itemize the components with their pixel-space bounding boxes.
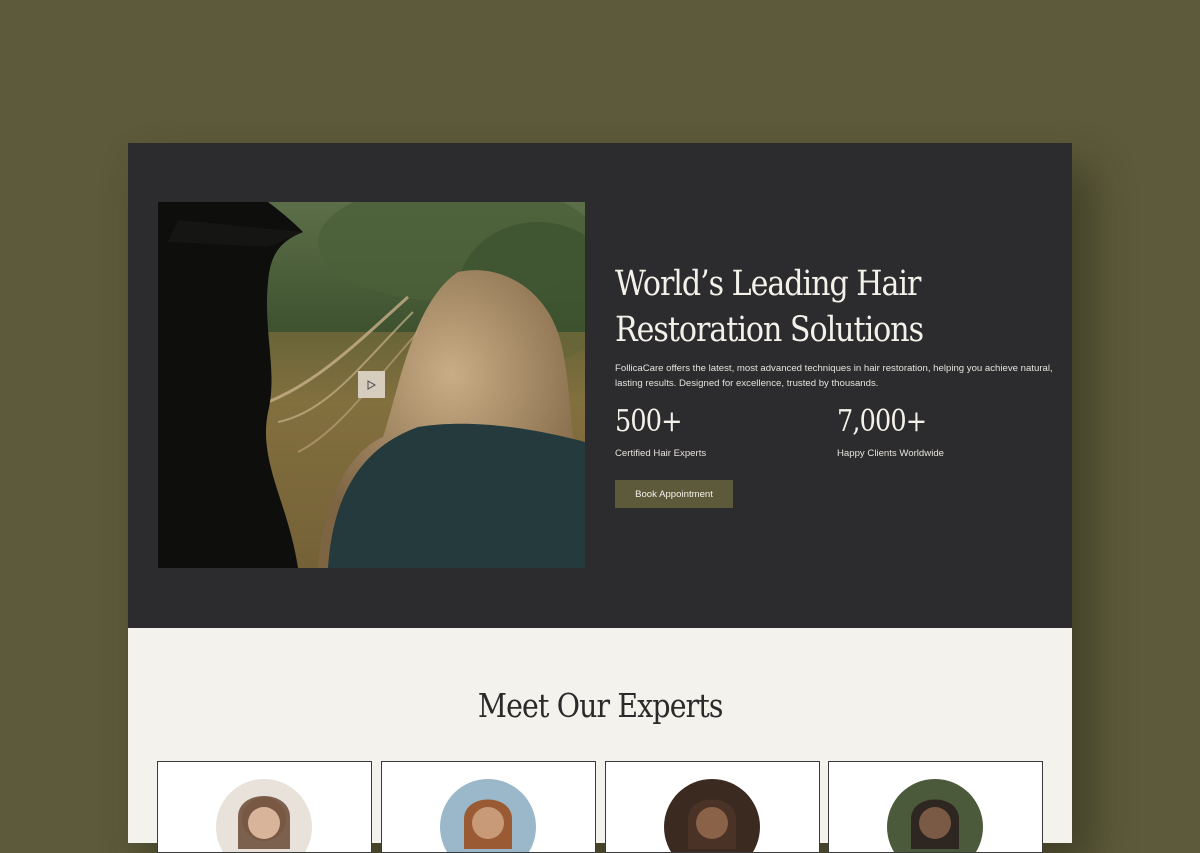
expert-avatar bbox=[440, 779, 536, 852]
hero-title: World’s Leading Hair Restoration Solutio… bbox=[615, 264, 924, 350]
stat-clients-value: 7,000+ bbox=[837, 404, 927, 439]
hero-video[interactable] bbox=[158, 202, 585, 568]
expert-card[interactable] bbox=[157, 761, 372, 853]
expert-card[interactable] bbox=[381, 761, 596, 853]
play-button[interactable] bbox=[358, 371, 385, 398]
expert-card[interactable] bbox=[605, 761, 820, 853]
stat-clients-label: Happy Clients Worldwide bbox=[837, 448, 944, 459]
stat-experts-label: Certified Hair Experts bbox=[615, 448, 707, 459]
stat-experts-value: 500+ bbox=[615, 404, 682, 439]
expert-avatar bbox=[664, 779, 760, 852]
experts-title: Meet Our Experts bbox=[477, 686, 724, 725]
experts-section: Meet Our Experts bbox=[128, 628, 1072, 853]
expert-card[interactable] bbox=[828, 761, 1043, 853]
expert-avatar bbox=[887, 779, 983, 852]
play-icon bbox=[367, 379, 376, 390]
website-preview: World’s Leading Hair Restoration Solutio… bbox=[128, 143, 1072, 853]
hero-section: World’s Leading Hair Restoration Solutio… bbox=[128, 143, 1072, 628]
hero-description: FollicaCare offers the latest, most adva… bbox=[615, 363, 1053, 389]
book-appointment-button[interactable]: Book Appointment bbox=[615, 480, 733, 508]
expert-avatar bbox=[216, 779, 312, 852]
